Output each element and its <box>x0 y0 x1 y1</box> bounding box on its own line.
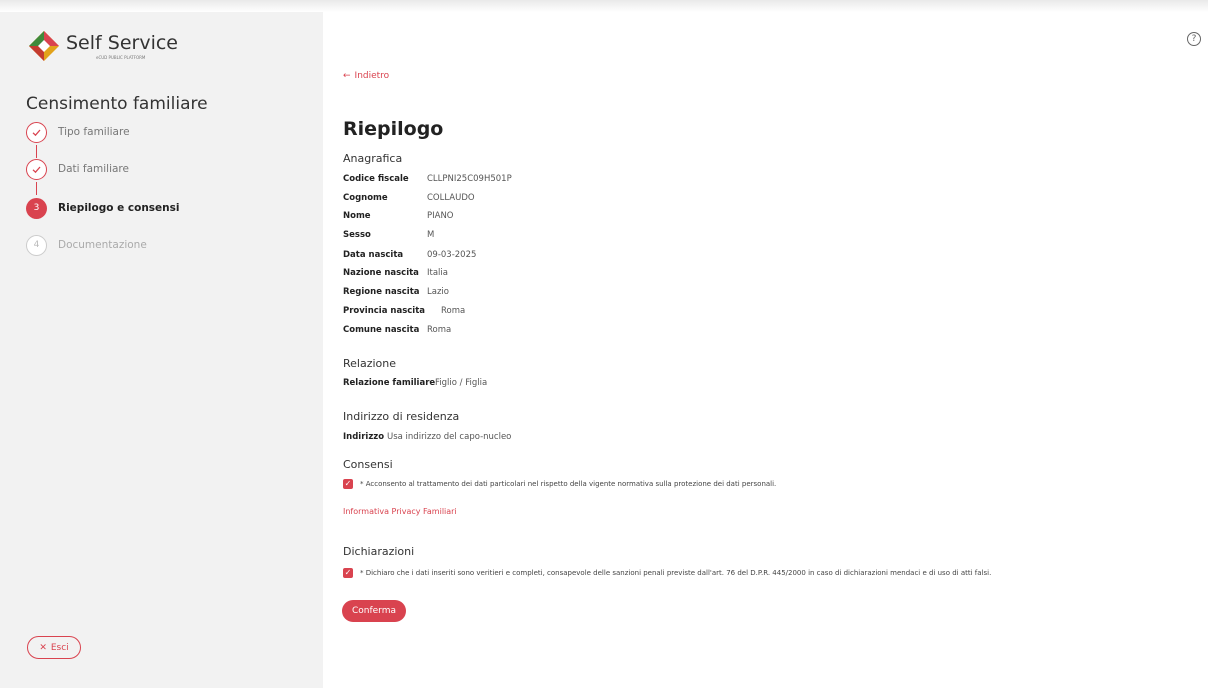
row-value: 09-03-2025 <box>427 250 477 260</box>
step-label: Dati familiare <box>58 163 129 175</box>
exit-button[interactable]: ✕ Esci <box>27 636 81 659</box>
back-label: Indietro <box>354 71 390 81</box>
declaration-text: * Dichiaro che i dati inseriti sono veri… <box>360 569 992 577</box>
row-value: COLLAUDO <box>427 193 475 203</box>
row-key: Indirizzo <box>343 432 385 442</box>
page-title: Riepilogo <box>343 118 444 140</box>
privacy-link[interactable]: Informativa Privacy Familiari <box>343 507 457 516</box>
row-key: Regione nascita <box>343 287 420 297</box>
app-subtitle: eCUD PUBLIC PLATFORM <box>96 55 146 60</box>
check-icon <box>26 158 47 180</box>
logo-icon <box>29 31 59 61</box>
row-value: Roma <box>441 306 466 316</box>
close-icon: ✕ <box>39 642 47 653</box>
row-value: Italia <box>427 268 448 278</box>
sidebar: Self Service eCUD PUBLIC PLATFORM Censim… <box>0 12 323 688</box>
row-key: Cognome <box>343 193 388 203</box>
app-logo[interactable]: Self Service eCUD PUBLIC PLATFORM <box>28 30 178 62</box>
section-title-consensi: Consensi <box>343 458 393 471</box>
row-key: Comune nascita <box>343 325 420 335</box>
row-value: CLLPNI25C09H501P <box>427 174 512 184</box>
declaration-checkbox[interactable]: ✓ <box>343 568 353 578</box>
confirm-button[interactable]: Conferma <box>342 600 406 622</box>
step-riepilogo-consensi[interactable]: 3 Riepilogo e consensi <box>26 197 180 219</box>
section-title-anagrafica: Anagrafica <box>343 152 403 165</box>
check-icon <box>26 121 47 143</box>
row-key: Sesso <box>343 230 371 240</box>
arrow-left-icon: ← <box>343 71 351 81</box>
row-key: Codice fiscale <box>343 174 409 184</box>
step-label: Documentazione <box>58 239 147 251</box>
step-tipo-familiare[interactable]: Tipo familiare <box>26 121 130 143</box>
row-value: Lazio <box>427 287 449 297</box>
consent-checkbox[interactable]: ✓ <box>343 479 353 489</box>
row-value: Roma <box>427 325 452 335</box>
section-title-dichiarazioni: Dichiarazioni <box>343 545 415 558</box>
row-value: Usa indirizzo del capo-nucleo <box>387 432 512 442</box>
row-value: Figlio / Figlia <box>435 378 488 388</box>
section-title-indirizzo: Indirizzo di residenza <box>343 410 460 423</box>
back-link[interactable]: ← Indietro <box>343 71 389 81</box>
declaration-checkbox-row[interactable]: ✓ * Dichiaro che i dati inseriti sono ve… <box>343 568 991 578</box>
step-label: Riepilogo e consensi <box>58 202 180 214</box>
row-value: PIANO <box>427 211 454 221</box>
sidebar-title: Censimento familiare <box>26 94 208 114</box>
step-connector <box>36 145 37 158</box>
row-key: Data nascita <box>343 250 404 260</box>
step-label: Tipo familiare <box>58 126 130 138</box>
row-key: Nome <box>343 211 371 221</box>
row-value: M <box>427 230 435 240</box>
step-dati-familiare[interactable]: Dati familiare <box>26 158 129 180</box>
consent-text: * Acconsento al trattamento dei dati par… <box>360 480 777 488</box>
row-key: Provincia nascita <box>343 306 426 316</box>
top-shadow <box>0 0 1208 12</box>
section-title-relazione: Relazione <box>343 357 397 370</box>
step-documentazione: 4 Documentazione <box>26 234 147 256</box>
step-number: 3 <box>26 197 47 219</box>
question-circle-icon[interactable]: ? <box>1187 32 1201 46</box>
consent-checkbox-row[interactable]: ✓ * Acconsento al trattamento dei dati p… <box>343 479 776 489</box>
step-number: 4 <box>26 234 47 256</box>
step-connector <box>36 182 37 195</box>
row-key: Relazione familiare <box>343 378 436 388</box>
exit-label: Esci <box>50 642 69 653</box>
app-name: Self Service <box>66 32 178 54</box>
row-key: Nazione nascita <box>343 268 419 278</box>
